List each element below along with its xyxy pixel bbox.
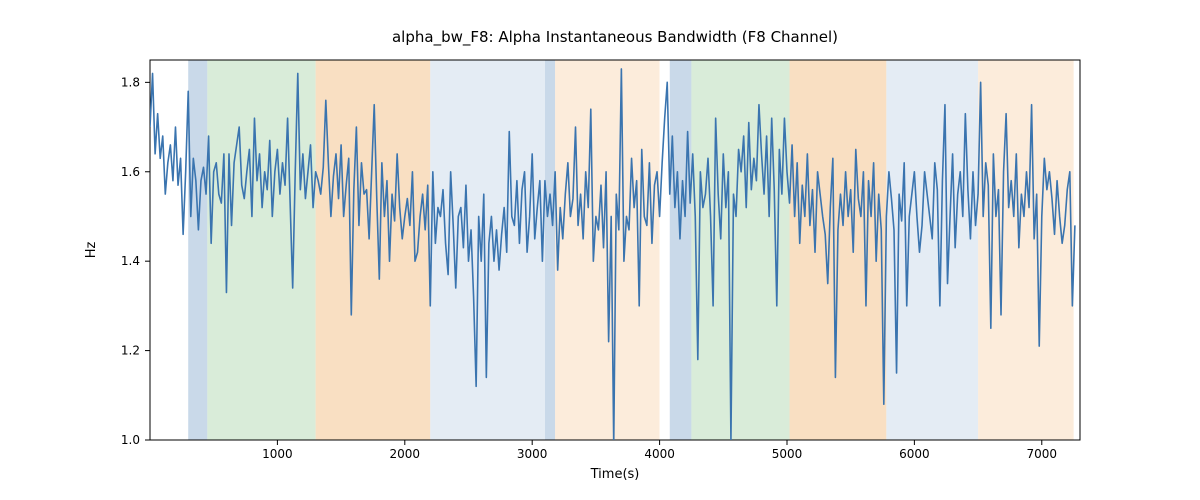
x-tick-label: 6000 (899, 447, 930, 461)
x-tick-label: 2000 (390, 447, 421, 461)
y-tick-label: 1.8 (121, 75, 140, 89)
x-tick-label: 4000 (644, 447, 675, 461)
chart-title: alpha_bw_F8: Alpha Instantaneous Bandwid… (392, 28, 838, 47)
y-tick-label: 1.6 (121, 165, 140, 179)
region (316, 60, 431, 440)
x-tick-label: 1000 (262, 447, 293, 461)
y-tick-label: 1.0 (121, 433, 140, 447)
region (188, 60, 207, 440)
x-tick-label: 5000 (772, 447, 803, 461)
chart-container: 1000 2000 3000 4000 5000 6000 7000 1.0 1.2 1.4 1.6… (0, 0, 1200, 500)
x-axis-label: Time(s) (590, 467, 640, 482)
x-tick-label: 3000 (517, 447, 548, 461)
region (886, 60, 978, 440)
x-tick-label: 7000 (1027, 447, 1058, 461)
x-ticks: 1000 2000 3000 4000 5000 6000 7000 (262, 440, 1057, 461)
y-ticks: 1.0 1.2 1.4 1.6 1.8 (121, 75, 150, 447)
y-tick-label: 1.2 (121, 344, 140, 358)
region (545, 60, 555, 440)
line-chart: 1000 2000 3000 4000 5000 6000 7000 1.0 1.2 1.4 1.6… (0, 0, 1200, 500)
y-axis-label: Hz (84, 242, 99, 259)
y-tick-label: 1.4 (121, 254, 140, 268)
region (670, 60, 692, 440)
